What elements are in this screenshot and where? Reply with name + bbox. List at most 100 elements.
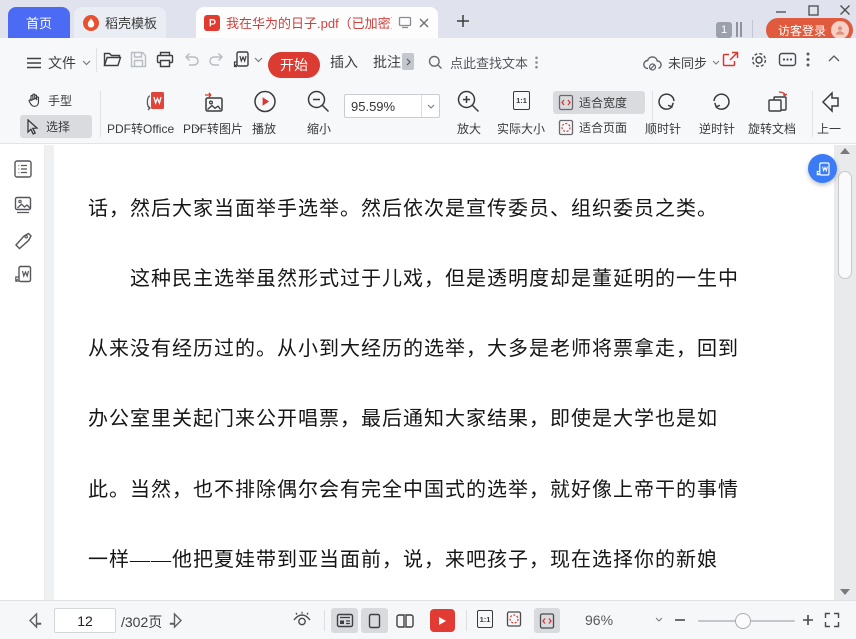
pdf-to-office-label: PDF转Office [107, 122, 175, 136]
export-to-word-button[interactable] [232, 50, 263, 69]
previous-button[interactable]: 上一 [816, 87, 856, 141]
view-mode-two-page-button[interactable] [391, 608, 418, 633]
annotation-pen-icon[interactable] [12, 229, 34, 251]
statusbar: /302页 1:1 96% [0, 600, 856, 639]
autoplay-button[interactable] [430, 609, 455, 632]
ribbon-tab-comment[interactable]: 批注 [373, 52, 401, 72]
print-icon[interactable] [156, 51, 174, 68]
search-icon [428, 55, 443, 70]
task-count-badge[interactable]: 1 [716, 22, 732, 38]
zoom-slider-knob[interactable] [735, 613, 751, 629]
zoom-level-input[interactable] [345, 95, 421, 117]
one-to-one-label: 1:1 [516, 96, 527, 105]
file-menu[interactable]: 文件 [26, 53, 91, 73]
more-options-icon[interactable] [806, 52, 810, 67]
select-tool-label: 选择 [46, 120, 71, 134]
eye-protection-icon[interactable] [291, 611, 313, 630]
open-file-icon[interactable] [103, 51, 122, 68]
fit-page-button[interactable]: 适合页面 [553, 116, 645, 139]
ribbon-tab-start-label: 开始 [280, 57, 308, 73]
scroll-down-arrow[interactable] [840, 589, 850, 595]
undo-icon[interactable] [183, 52, 200, 66]
fit-page-label: 适合页面 [579, 121, 628, 135]
new-tab-button[interactable] [452, 10, 474, 32]
close-window-button[interactable] [836, 2, 854, 18]
zoom-minus-button[interactable] [673, 613, 687, 627]
actual-size-icon: 1:1 [477, 610, 493, 628]
sync-status[interactable]: 未同步 [643, 53, 720, 72]
fit-page-icon [506, 611, 522, 627]
scrollbar-thumb[interactable] [838, 171, 852, 279]
convert-to-word-float-button[interactable] [808, 154, 837, 183]
detach-window-icon[interactable] [398, 16, 412, 29]
hand-icon [28, 93, 40, 107]
fullscreen-icon[interactable] [824, 612, 840, 628]
play-triangle-icon [439, 616, 446, 625]
titlebar: 首页 稻壳模板 我在华为的日子.pdf（已加密） 1 访客登录 [0, 0, 856, 42]
export-word-panel-icon[interactable] [12, 263, 34, 285]
zoom-level-combobox[interactable] [344, 94, 440, 118]
fit-width-button[interactable]: 适合宽度 [553, 91, 645, 114]
view-mode-reading-button[interactable] [331, 608, 358, 633]
collapse-ribbon-icon[interactable] [828, 55, 840, 62]
left-sidebar [0, 145, 45, 600]
ribbon-tab-insert[interactable]: 插入 [330, 52, 358, 72]
zoom-level-dropdown[interactable] [421, 95, 439, 117]
tab-document[interactable]: 我在华为的日子.pdf（已加密） [196, 7, 438, 38]
page-number-box[interactable] [54, 608, 116, 633]
previous-page-button[interactable] [26, 612, 43, 629]
document-text-line: 此。当然，也不排除偶尔会有完全中国式的选举，就好像上帝干的事情 [88, 478, 739, 501]
rotate-document-button[interactable]: 旋转文档 [746, 87, 808, 141]
fit-width-icon [558, 94, 574, 111]
next-page-button[interactable] [168, 612, 185, 629]
chevron-down-icon [254, 57, 263, 62]
rotate-counterclockwise-icon [713, 93, 730, 110]
tab-home[interactable]: 首页 [8, 7, 70, 38]
rotate-clockwise-button[interactable]: 顺时针 [638, 87, 694, 141]
play-button[interactable]: 播放 [248, 87, 282, 141]
feedback-comment-icon[interactable] [778, 52, 797, 68]
document-text-line: 话，然后大家当面举手选举。然后依次是宣传委员、组织委员之类。 [88, 197, 718, 220]
close-tab-icon[interactable] [418, 17, 430, 29]
divider [812, 91, 813, 137]
zoom-out-icon [307, 90, 330, 113]
scroll-up-arrow[interactable] [840, 148, 850, 154]
fit-page-status-button[interactable] [506, 610, 522, 628]
maximize-button[interactable] [804, 2, 822, 18]
fit-width-status-button[interactable] [534, 608, 560, 633]
actual-size-status-button[interactable]: 1:1 [477, 610, 493, 628]
select-tool-button[interactable]: 选择 [20, 115, 92, 138]
rotate-document-icon [768, 91, 788, 112]
pdf-to-image-label: PDF转图片 [183, 122, 244, 136]
more-vert-icon [535, 56, 538, 69]
window-list-icon[interactable] [736, 22, 742, 37]
rotate-counterclockwise-button[interactable]: 逆时针 [692, 87, 748, 141]
zoom-out-button[interactable]: 缩小 [300, 87, 338, 141]
page-edge [45, 145, 54, 600]
redo-icon[interactable] [208, 52, 225, 66]
minimize-button[interactable] [772, 2, 790, 18]
actual-size-button[interactable]: 1:1 实际大小 [494, 87, 550, 141]
thumbnail-panel-icon[interactable] [12, 194, 34, 216]
ribbon-tab-start[interactable]: 开始 [268, 52, 320, 78]
cloud-offline-icon [643, 55, 663, 71]
document-page[interactable]: 话，然后大家当面举手选举。然后依次是宣传委员、组织委员之类。 这种民主选举虽然形… [45, 145, 834, 600]
chevron-down-icon [82, 60, 91, 66]
document-text-line: 从来没有经历过的。从小到大经历的选举，大多是老师将票拿走，回到 [88, 338, 739, 361]
save-icon[interactable] [130, 51, 147, 68]
zoom-dropdown-arrow[interactable] [655, 617, 663, 622]
tab-docer-template[interactable]: 稻壳模板 [74, 7, 166, 38]
divider [96, 48, 97, 72]
settings-gear-icon[interactable] [750, 51, 768, 69]
wps-pdf-window: 首页 稻壳模板 我在华为的日子.pdf（已加密） 1 访客登录 文件 开始 插入… [0, 0, 856, 639]
pdf-to-image-button[interactable]: PDF转图片 [182, 87, 246, 141]
share-icon[interactable] [722, 51, 739, 68]
zoom-plus-button[interactable] [801, 613, 815, 627]
page-number-input[interactable] [55, 609, 115, 632]
hand-tool-button[interactable]: 手型 [20, 89, 92, 112]
vertical-scrollbar[interactable] [834, 145, 856, 600]
zoom-in-button[interactable]: 放大 [450, 87, 488, 141]
view-mode-single-page-button[interactable] [361, 608, 388, 633]
outline-panel-icon[interactable] [12, 158, 34, 180]
find-text-button[interactable]: 点此查找文本 [428, 53, 538, 72]
